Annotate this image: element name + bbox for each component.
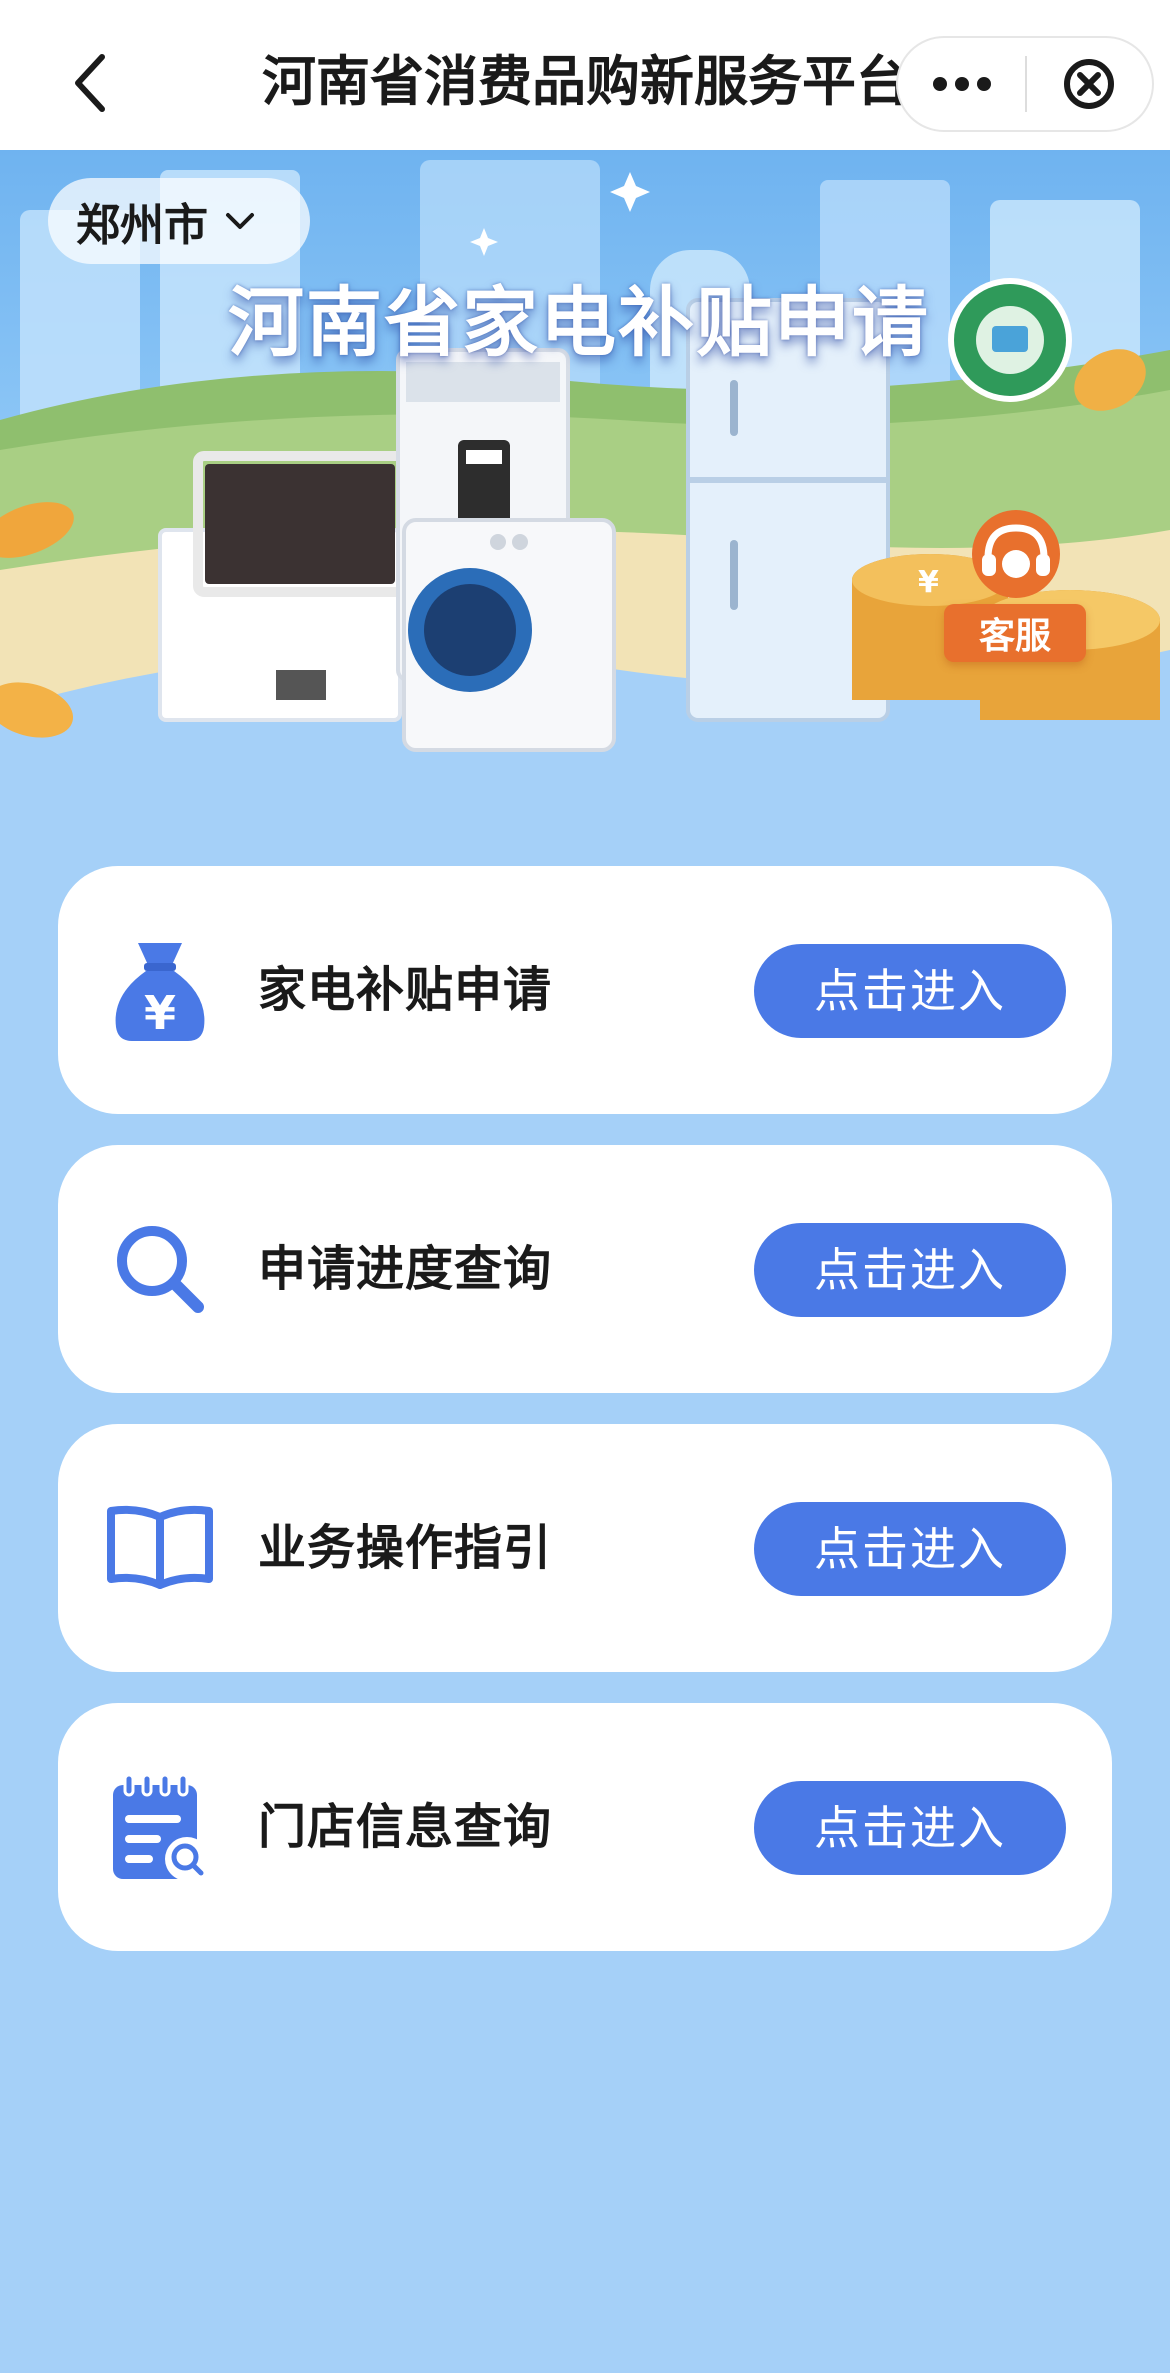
more-dots-icon (932, 77, 991, 91)
store-query-icon (100, 1767, 220, 1887)
hero-banner: ¥ ¥ 郑州市 河南省家电补贴申请 (0, 150, 1170, 790)
enter-button[interactable]: 点击进入 (754, 944, 1066, 1038)
mini-program-capsule (896, 36, 1154, 132)
menu-card-label: 门店信息查询 (258, 1799, 553, 1855)
money-bag-icon: ¥ (100, 930, 220, 1050)
service-menu: ¥ 家电补贴申请 点击进入 申请进度查询 点击进入 业务操作指引 点击进入 门店… (58, 866, 1112, 1982)
close-circle-icon (1064, 59, 1115, 109)
enter-button[interactable]: 点击进入 (754, 1502, 1066, 1596)
svg-text:¥: ¥ (144, 986, 176, 1040)
page-title: 河南省消费品购新服务平台 (262, 50, 902, 113)
customer-service-icon (972, 510, 1060, 598)
chevron-left-icon (75, 54, 105, 112)
menu-card-label: 家电补贴申请 (258, 962, 553, 1018)
search-icon (100, 1209, 220, 1329)
enter-button[interactable]: 点击进入 (754, 1223, 1066, 1317)
menu-card-progress-query[interactable]: 申请进度查询 点击进入 (58, 1145, 1112, 1393)
book-icon (100, 1488, 220, 1608)
back-button[interactable] (60, 48, 120, 118)
menu-card-operation-guide[interactable]: 业务操作指引 点击进入 (58, 1424, 1112, 1672)
top-navbar: 河南省消费品购新服务平台 (0, 0, 1170, 150)
banner-title: 河南省家电补贴申请 (228, 278, 930, 367)
svg-text:¥: ¥ (918, 565, 939, 600)
more-button[interactable] (898, 36, 1025, 132)
menu-card-label: 业务操作指引 (258, 1520, 553, 1576)
city-selector[interactable]: 郑州市 (48, 178, 310, 264)
customer-service-button[interactable]: 客服 (944, 508, 1086, 662)
close-button[interactable] (1027, 36, 1152, 132)
enter-button[interactable]: 点击进入 (754, 1781, 1066, 1875)
menu-card-label: 申请进度查询 (258, 1241, 553, 1297)
city-name: 郑州市 (76, 200, 208, 251)
customer-service-label: 客服 (944, 604, 1086, 662)
menu-card-subsidy-apply[interactable]: ¥ 家电补贴申请 点击进入 (58, 866, 1112, 1114)
menu-card-store-query[interactable]: 门店信息查询 点击进入 (58, 1703, 1112, 1951)
chevron-down-icon (224, 211, 256, 231)
